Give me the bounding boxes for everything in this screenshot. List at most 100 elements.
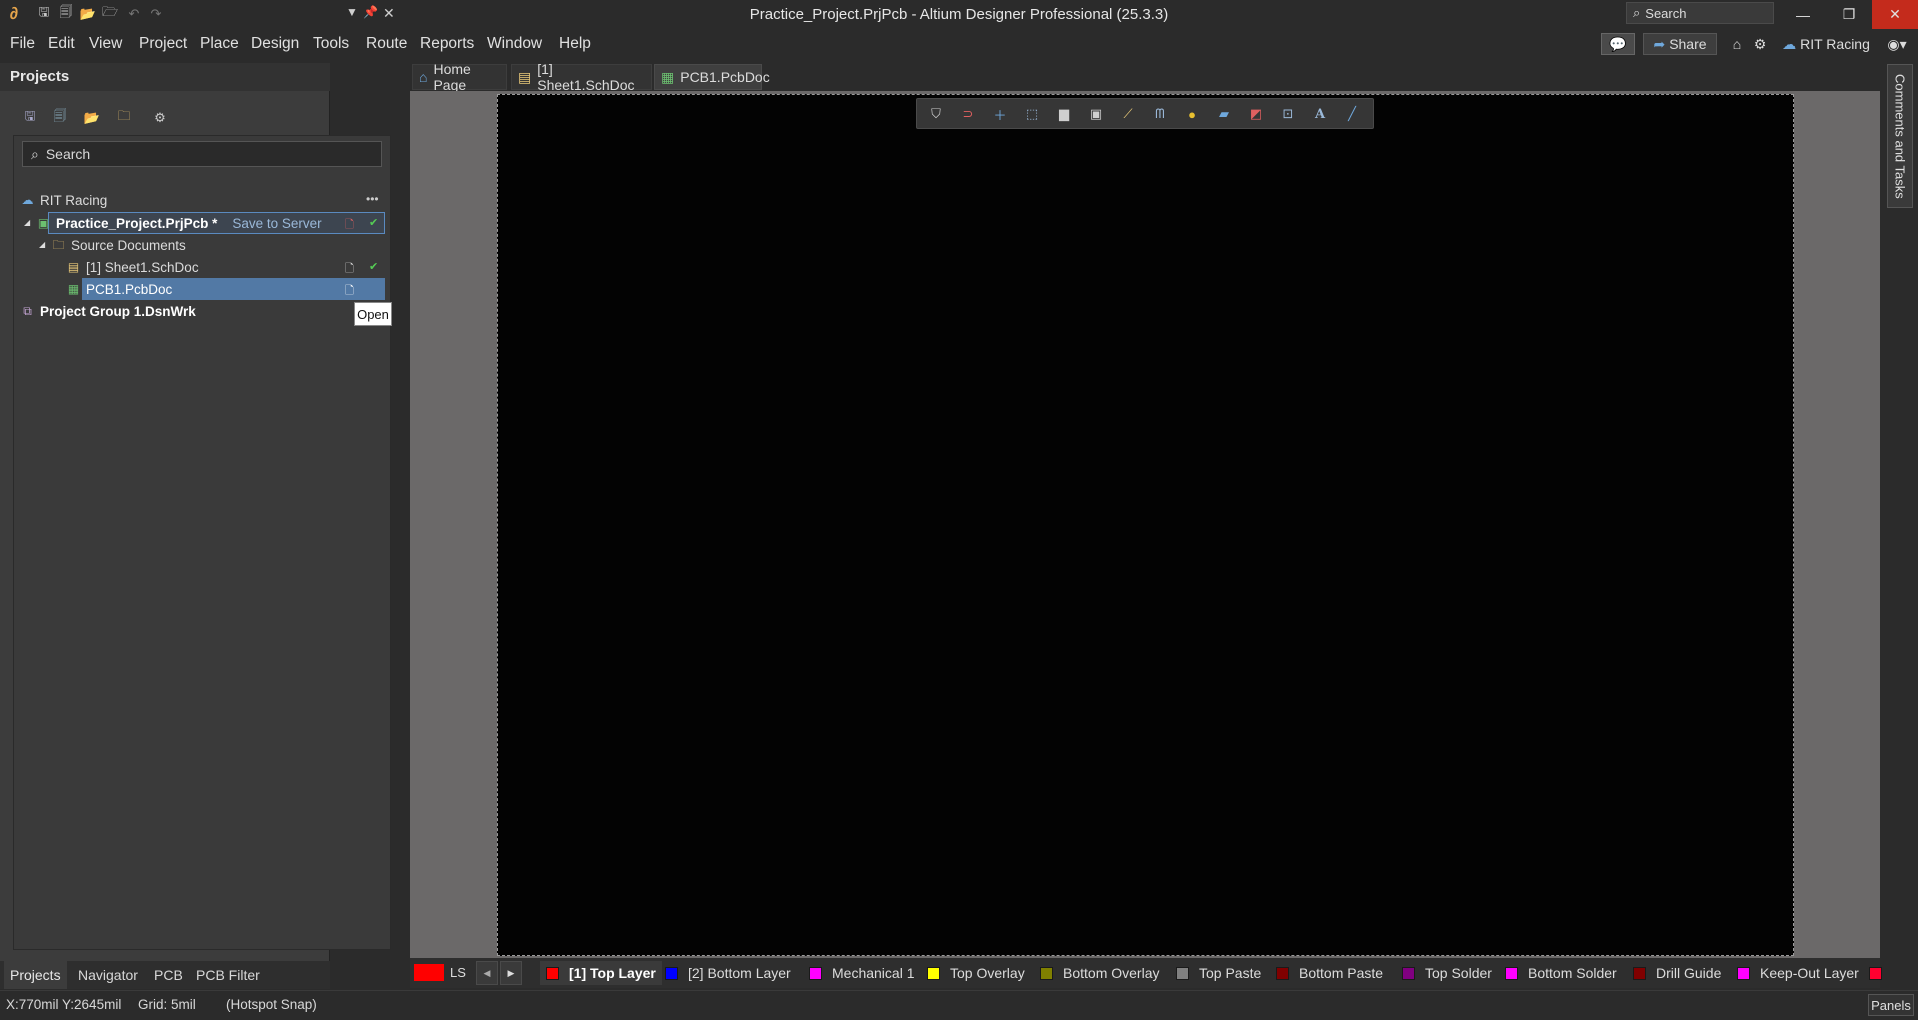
schematic-doc-icon: ▤: [67, 259, 80, 274]
pcb-doc-icon: ▦: [67, 281, 80, 296]
global-search-input[interactable]: ⌕ Search: [1626, 2, 1774, 24]
open-project-icon[interactable]: 🗁: [100, 4, 120, 24]
component-icon[interactable]: ▣: [1086, 105, 1106, 123]
source-documents-folder[interactable]: 🗀 Source Documents: [51, 235, 185, 255]
comments-and-tasks-tab[interactable]: Comments and Tasks: [1887, 64, 1913, 208]
layer-color-swatch: [1276, 966, 1289, 980]
close-folder-icon[interactable]: 🗀: [114, 108, 134, 128]
collapse-arrow-icon[interactable]: ◢: [39, 240, 45, 249]
layer-prev-button[interactable]: ◀: [476, 961, 498, 985]
plus-icon[interactable]: ＋: [990, 105, 1010, 123]
project-group-icon: ⧉: [23, 303, 32, 318]
menu-file[interactable]: File: [10, 34, 35, 54]
user-account-icon[interactable]: ◉▾: [1882, 33, 1912, 55]
menu-view[interactable]: View: [89, 34, 122, 54]
more-options-icon[interactable]: •••: [366, 192, 379, 206]
via-icon[interactable]: ●: [1182, 105, 1202, 123]
differential-pair-icon[interactable]: ᗰ: [1150, 105, 1170, 123]
restore-button[interactable]: ❐: [1826, 0, 1872, 29]
layer-color-swatch: [1176, 966, 1189, 980]
menu-place[interactable]: Place: [200, 34, 239, 54]
undo-icon[interactable]: ↶: [124, 4, 144, 24]
tab-pcb1-pcbdoc[interactable]: ▦ PCB1.PcbDoc: [654, 64, 770, 90]
tab-pcb-filter[interactable]: PCB Filter: [190, 961, 266, 989]
save-to-server-link[interactable]: Save to Server: [232, 216, 321, 231]
projects-search-input[interactable]: ⌕ Search: [22, 141, 382, 167]
redo-icon[interactable]: ↷: [146, 4, 166, 24]
select-rect-icon[interactable]: ⬚: [1022, 105, 1042, 123]
pcb-board-sheet[interactable]: [497, 94, 1794, 956]
menu-route[interactable]: Route: [366, 34, 407, 54]
layer-tab[interactable]: Bottom Paste: [1276, 961, 1383, 985]
collapse-arrow-icon[interactable]: ◢: [24, 218, 30, 227]
settings-icon[interactable]: ⚙: [150, 108, 170, 128]
minimize-button[interactable]: —: [1780, 0, 1826, 29]
current-layer-color-swatch[interactable]: [414, 964, 444, 981]
menu-project[interactable]: Project: [139, 34, 187, 54]
project-group-row[interactable]: ⧉ Project Group 1.DsnWrk: [20, 301, 196, 321]
menu-help[interactable]: Help: [559, 34, 591, 54]
layer-tab[interactable]: Keep-Out Layer: [1737, 961, 1859, 985]
panel-menu-icon[interactable]: ▼: [346, 5, 358, 19]
layer-tab[interactable]: Top Solder: [1402, 961, 1492, 985]
text-icon[interactable]: A: [1310, 105, 1330, 123]
projects-search-placeholder: Search: [45, 146, 91, 162]
layer-tab[interactable]: [2] Bottom Layer: [665, 961, 791, 985]
menu-reports[interactable]: Reports: [420, 34, 474, 54]
polygon-icon[interactable]: ▰: [1214, 105, 1234, 123]
save-all-icon[interactable]: 🗐: [56, 4, 76, 24]
altium-logo-icon[interactable]: ∂: [6, 4, 22, 24]
tab-sheet1-schdoc[interactable]: ▤ [1] Sheet1.SchDoc: [511, 61, 652, 93]
layer-tab[interactable]: Top Overlay: [927, 961, 1025, 985]
cloud-icon: ☁: [1782, 35, 1797, 52]
keepout-icon[interactable]: ◩: [1246, 105, 1266, 123]
layer-tab[interactable]: Drill Guide: [1633, 961, 1721, 985]
line-icon[interactable]: ╱: [1342, 105, 1362, 123]
workspace-row[interactable]: ☁ RIT Racing: [20, 190, 108, 210]
panels-button[interactable]: Panels: [1868, 994, 1914, 1016]
menu-edit[interactable]: Edit: [48, 34, 75, 54]
menu-window[interactable]: Window: [487, 34, 542, 54]
pin-icon[interactable]: 📌: [363, 5, 378, 19]
gear-icon[interactable]: ⚙: [1750, 33, 1770, 55]
layer-tab[interactable]: Mechanical 1: [809, 961, 915, 985]
layer-tab-label: Top Overlay: [950, 965, 1025, 981]
close-button[interactable]: ✕: [1872, 0, 1918, 29]
bar-chart-icon[interactable]: ▆: [1054, 105, 1074, 123]
workspace-button[interactable]: ☁ RIT Racing: [1778, 33, 1874, 55]
home-icon[interactable]: ⌂: [1727, 33, 1747, 55]
layer-tab[interactable]: Bottom Overlay: [1040, 961, 1159, 985]
schematic-document-row[interactable]: ▤ [1] Sheet1.SchDoc: [66, 257, 199, 277]
tab-home-page[interactable]: ⌂ Home Page: [412, 61, 507, 93]
close-panel-icon[interactable]: ✕: [383, 5, 395, 22]
tab-projects[interactable]: Projects: [4, 961, 67, 989]
tab-navigator[interactable]: Navigator: [72, 961, 144, 989]
search-icon: ⌕: [1633, 5, 1641, 20]
save-icon[interactable]: 🖫: [34, 4, 54, 24]
menu-tools[interactable]: Tools: [313, 34, 349, 54]
save-project-icon[interactable]: 🖫: [20, 108, 40, 128]
menu-design[interactable]: Design: [251, 34, 299, 54]
share-button[interactable]: ➦ Share: [1643, 33, 1717, 55]
comment-icon[interactable]: 💬: [1601, 33, 1635, 55]
layer-tab[interactable]: Top Paste: [1176, 961, 1261, 985]
interactive-route-icon[interactable]: ⟋: [1118, 105, 1138, 123]
save-all-projects-icon[interactable]: 🗐: [50, 108, 70, 128]
route-magnet-icon[interactable]: ⊃: [958, 105, 978, 123]
layer-set-button[interactable]: LS: [448, 964, 468, 981]
open-folder-icon[interactable]: 📂: [82, 108, 102, 128]
more-layers-swatch[interactable]: [1869, 961, 1882, 985]
layer-color-swatch: [1633, 966, 1646, 980]
layer-color-swatch: [665, 966, 678, 980]
layer-tab[interactable]: [1] Top Layer: [540, 961, 662, 985]
filter-icon[interactable]: ⛉: [926, 105, 946, 123]
document-icon: 🗋: [345, 285, 354, 297]
layer-tab-label: Bottom Solder: [1528, 965, 1617, 981]
open-icon[interactable]: 📂: [78, 4, 98, 24]
layer-next-button[interactable]: ▶: [500, 961, 522, 985]
share-label: Share: [1669, 36, 1707, 52]
home-icon: ⌂: [419, 69, 428, 85]
layer-tab[interactable]: Bottom Solder: [1505, 961, 1617, 985]
tab-pcb[interactable]: PCB: [148, 961, 189, 989]
dimension-icon[interactable]: ⊡: [1278, 105, 1298, 123]
